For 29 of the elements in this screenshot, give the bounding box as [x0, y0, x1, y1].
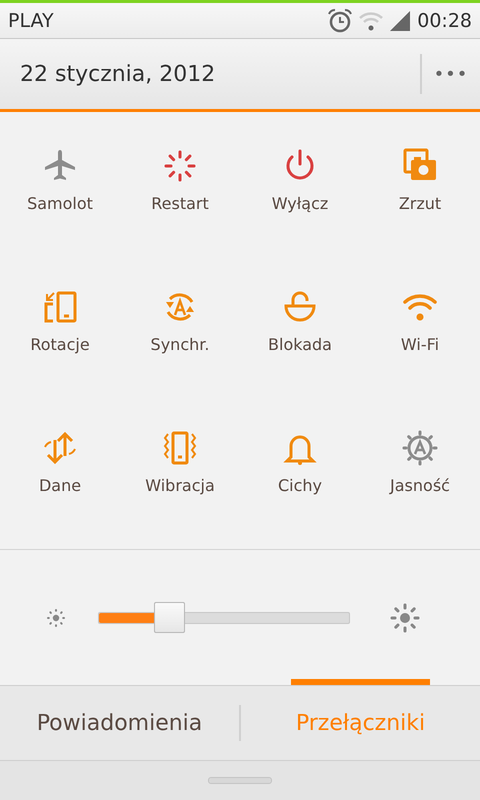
brightness-slider[interactable]: [98, 602, 350, 633]
toggle-tile[interactable]: Samolot: [0, 126, 120, 267]
tab[interactable]: Powiadomienia: [0, 686, 239, 760]
more-menu-button[interactable]: •••: [420, 54, 480, 94]
alarm-icon: [327, 8, 354, 34]
toggle-tile[interactable]: Wyłącz: [240, 126, 360, 267]
toggle-tile[interactable]: Dane: [0, 408, 120, 549]
signal-icon: [389, 10, 412, 32]
bright-sun-icon: [390, 602, 420, 632]
carrier-name: PLAY: [8, 10, 55, 32]
toggle-tile[interactable]: Restart: [120, 126, 240, 267]
toggle-tile[interactable]: Blokada: [240, 267, 360, 408]
toggle-tile[interactable]: Wi-Fi: [360, 267, 480, 408]
wifi-icon: [359, 10, 384, 32]
data-transfer-icon: [42, 430, 78, 466]
vibration-icon: [162, 430, 198, 466]
slider-thumb[interactable]: [154, 602, 185, 633]
toggle-tile[interactable]: Rotacje: [0, 267, 120, 408]
date-text: 22 stycznia, 2012: [19, 62, 216, 86]
rotation-icon: [42, 289, 78, 325]
toggle-tile[interactable]: Zrzut: [360, 126, 480, 267]
toggle-tile[interactable]: Synchr.: [120, 267, 240, 408]
brightness-icon: [402, 430, 438, 466]
toggle-tile[interactable]: Jasność: [360, 408, 480, 549]
drag-handle[interactable]: [208, 777, 272, 784]
toggle-tile[interactable]: Cichy: [240, 408, 360, 549]
clock-time: 00:28: [417, 10, 472, 32]
toggle-tile[interactable]: Wibracja: [120, 408, 240, 549]
loading-icon: [162, 148, 198, 184]
